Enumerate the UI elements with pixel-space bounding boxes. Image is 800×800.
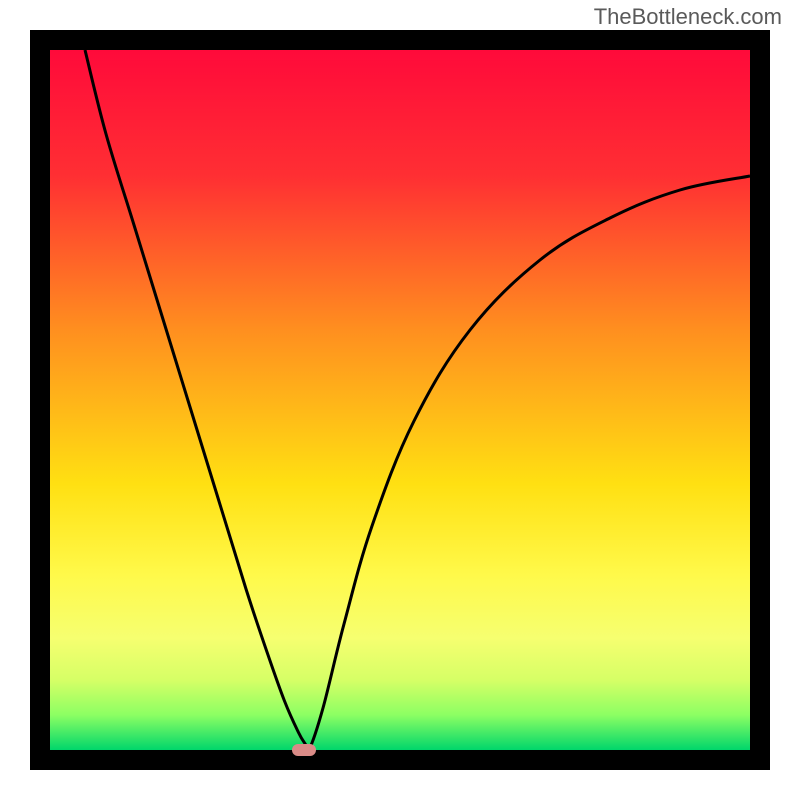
watermark-text: TheBottleneck.com [594,4,782,30]
chart-gradient-background [50,50,750,750]
chart-outer-frame [30,30,770,770]
bottleneck-chart [30,30,770,770]
minimum-marker [292,744,316,755]
